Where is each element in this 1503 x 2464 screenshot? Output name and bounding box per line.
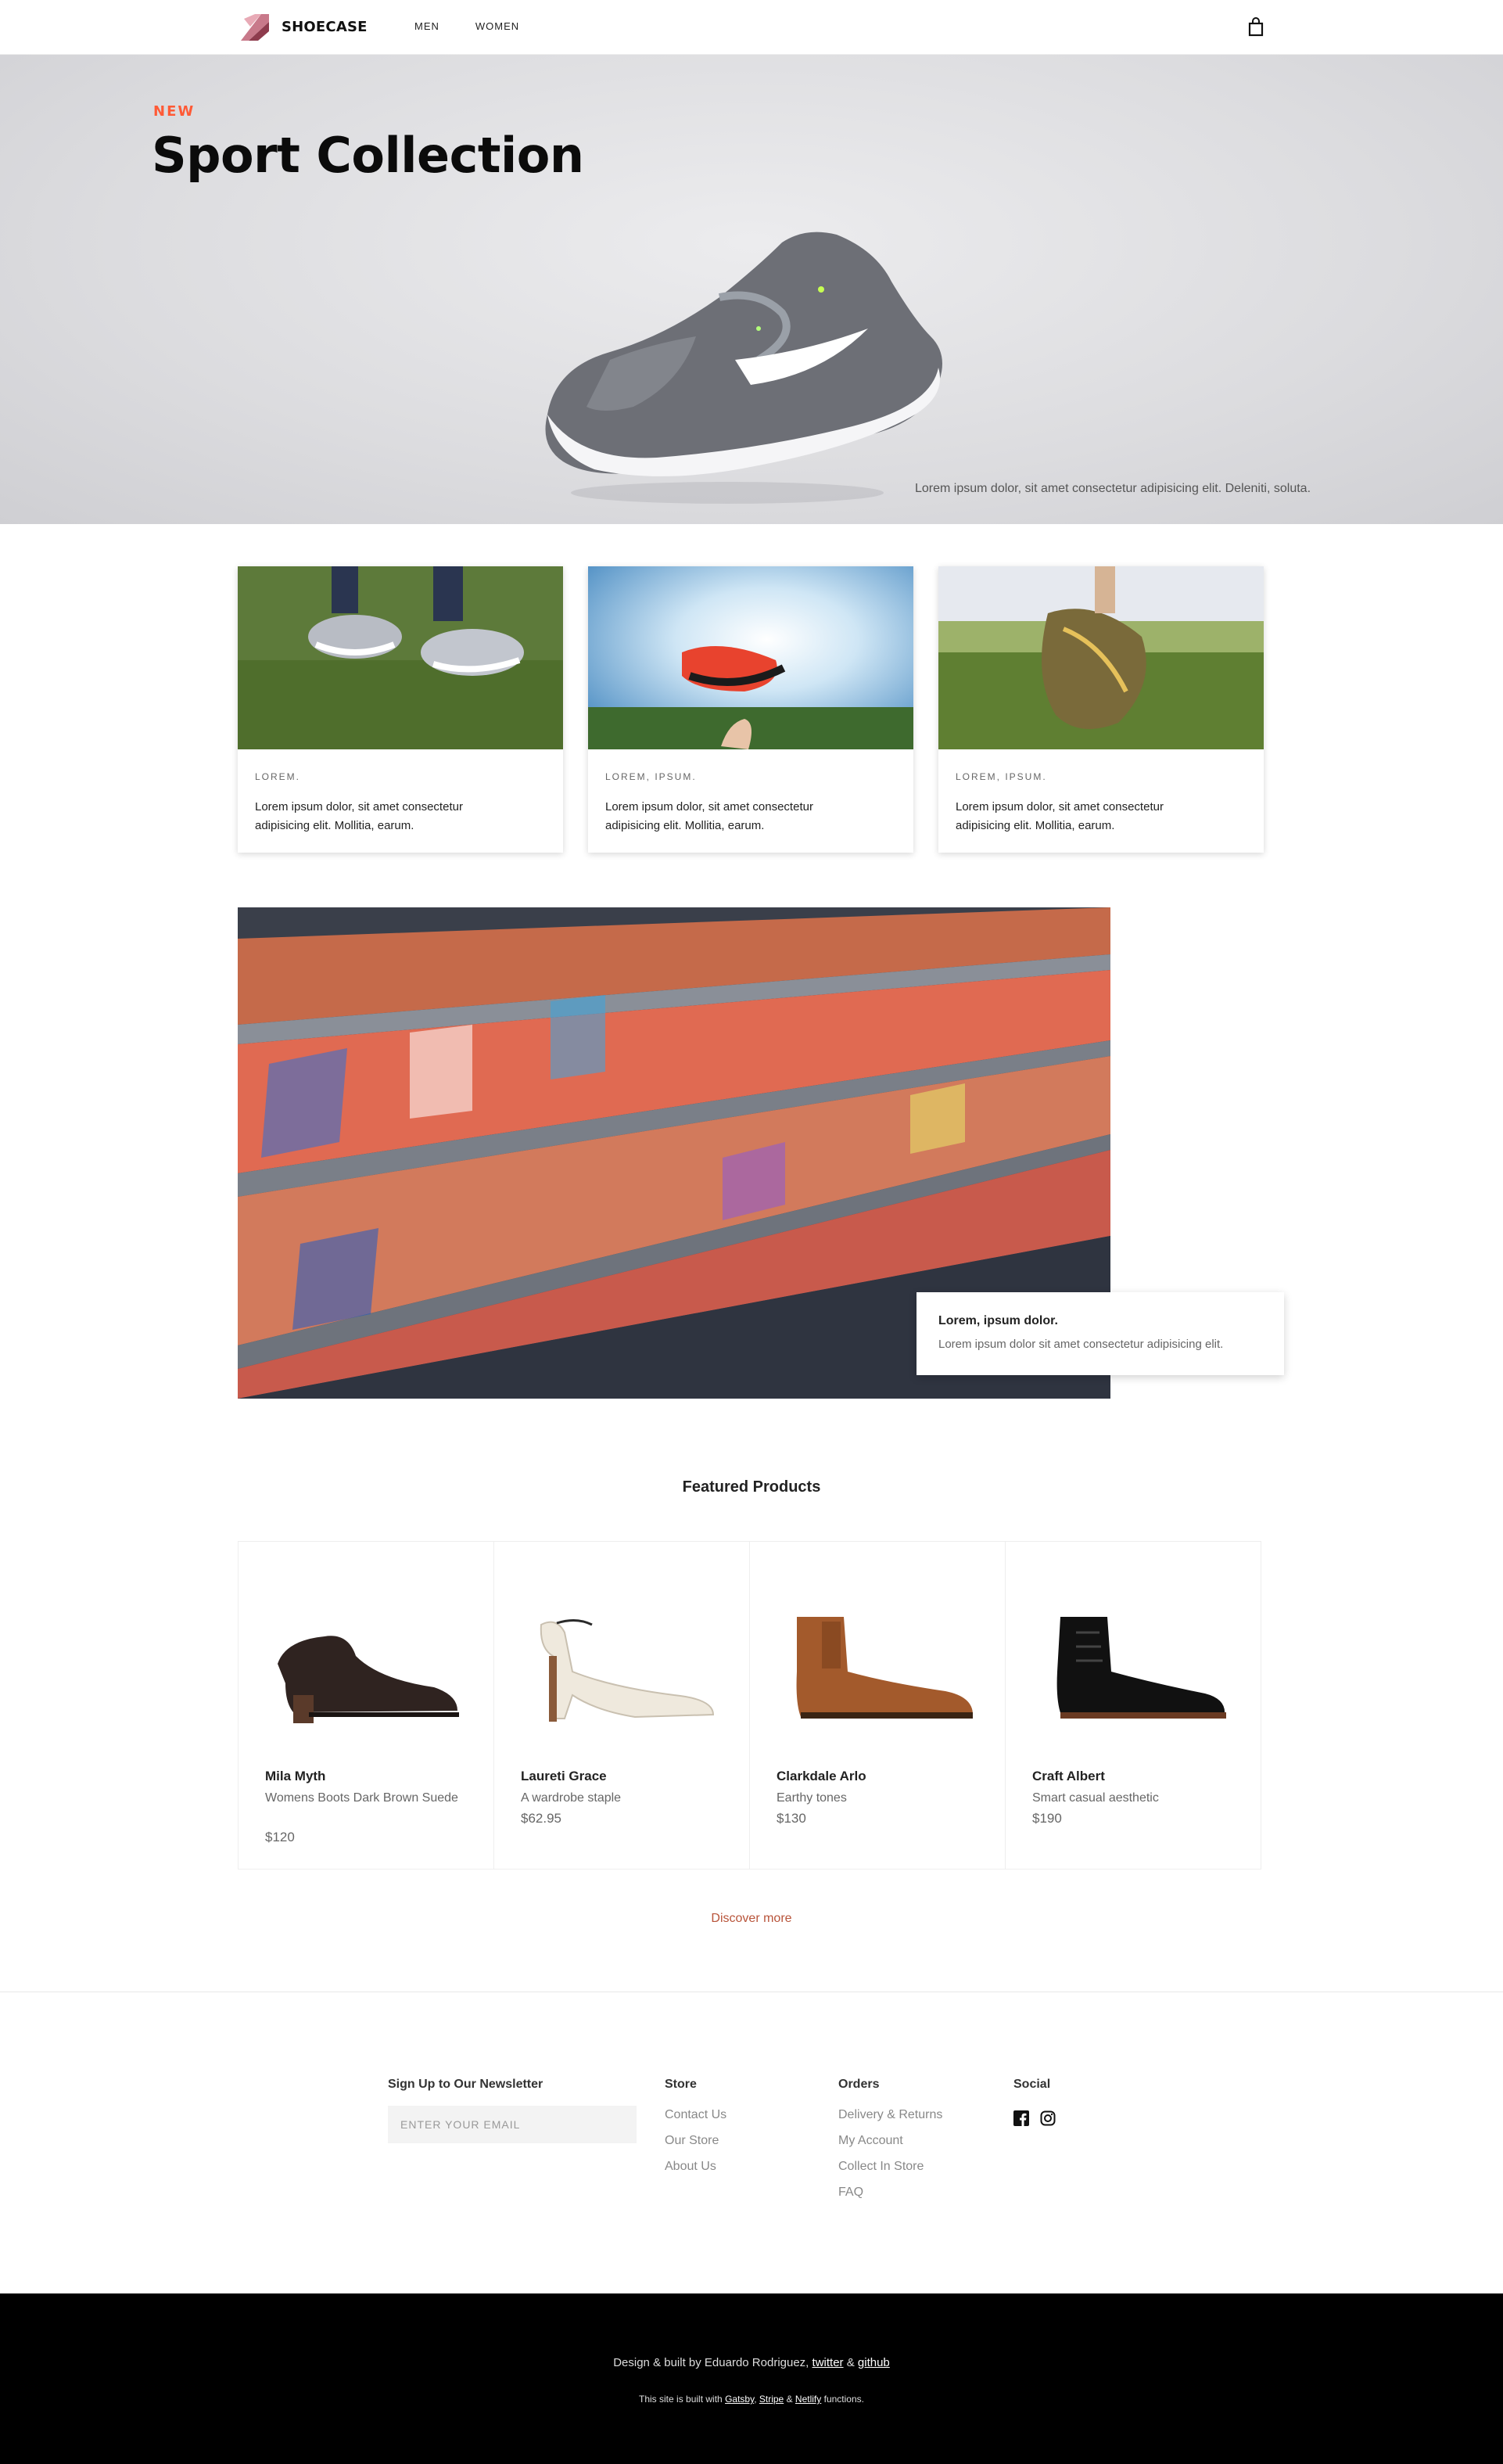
card-image (938, 566, 1264, 749)
card-tag: LOREM, IPSUM. (956, 771, 1047, 782)
built-with-line: This site is built with Gatsby, Stripe &… (639, 2394, 864, 2405)
footer-link-about[interactable]: About Us (665, 2159, 726, 2185)
footer-link-delivery[interactable]: Delivery & Returns (838, 2107, 942, 2133)
card-text: Lorem ipsum dolor, sit amet consectetur … (605, 800, 813, 832)
netlify-link[interactable]: Netlify (795, 2394, 821, 2405)
hero-eyebrow: NEW (153, 103, 195, 120)
footer-link-faq[interactable]: FAQ (838, 2185, 942, 2211)
product-price: $62.95 (521, 1811, 561, 1826)
credit-amp: & (846, 2356, 855, 2369)
feature-text: Lorem ipsum dolor sit amet consectetur a… (938, 1338, 1224, 1351)
product-card[interactable]: Craft Albert Smart casual aesthetic $190 (1005, 1541, 1261, 1870)
product-name: Mila Myth (265, 1769, 326, 1783)
credit-prefix: Design & built by Eduardo Rodriguez, (613, 2356, 809, 2369)
nav-women[interactable]: WOMEN (475, 20, 519, 32)
github-link[interactable]: github (858, 2356, 890, 2369)
article-card[interactable]: LOREM, IPSUM. Lorem ipsum dolor, sit ame… (588, 566, 913, 853)
logo-icon (241, 14, 269, 41)
credit-line: Design & built by Eduardo Rodriguez, twi… (0, 2356, 1503, 2369)
product-desc: Smart casual aesthetic (1032, 1791, 1159, 1805)
product-price: $130 (777, 1811, 806, 1826)
orders-links: Delivery & Returns My Account Collect In… (838, 2107, 942, 2211)
hero-banner: NEW Sport Collection Lorem ipsum dolor, … (0, 55, 1503, 524)
hero-description: Lorem ipsum dolor, sit amet consectetur … (915, 482, 1311, 495)
card-tag: LOREM. (255, 771, 301, 782)
social-title: Social (1013, 2078, 1051, 2091)
article-card[interactable]: LOREM, IPSUM. Lorem ipsum dolor, sit ame… (938, 566, 1264, 853)
footer-link-collect[interactable]: Collect In Store (838, 2159, 942, 2185)
feature-heading: Lorem, ipsum dolor. (938, 1314, 1058, 1327)
footer-link-account[interactable]: My Account (838, 2133, 942, 2159)
hero-sneaker-image (545, 232, 942, 504)
brand-link[interactable]: SHOECASE (238, 11, 368, 42)
orders-title: Orders (838, 2078, 880, 2091)
product-grid: Mila Myth Womens Boots Dark Brown Suede … (238, 1541, 1264, 1870)
product-card[interactable]: Mila Myth Womens Boots Dark Brown Suede … (238, 1541, 494, 1870)
newsletter-email-input[interactable] (388, 2106, 637, 2143)
product-desc: Earthy tones (777, 1791, 847, 1805)
article-card[interactable]: LOREM. Lorem ipsum dolor, sit amet conse… (238, 566, 563, 853)
product-name: Clarkdale Arlo (777, 1769, 866, 1783)
card-image (238, 566, 563, 749)
built-prefix: This site is built with (639, 2394, 723, 2405)
product-desc: A wardrobe staple (521, 1791, 622, 1805)
product-image (1056, 1617, 1226, 1719)
site-header: SHOECASE MEN WOMEN (0, 0, 1503, 55)
product-desc: Womens Boots Dark Brown Suede (265, 1791, 458, 1805)
footer-link-our-store[interactable]: Our Store (665, 2133, 726, 2159)
facebook-icon[interactable] (1013, 2110, 1029, 2126)
featured-title: Featured Products (682, 1478, 821, 1496)
hero-title: Sport Collection (152, 127, 584, 184)
footer-link-contact[interactable]: Contact Us (665, 2107, 726, 2133)
nav-men[interactable]: MEN (414, 20, 439, 32)
footer-bottom-bar: Design & built by Eduardo Rodriguez, twi… (0, 2293, 1503, 2464)
shopping-bag-icon[interactable] (1247, 17, 1265, 38)
twitter-link[interactable]: twitter (812, 2356, 844, 2369)
feature-callout: Lorem, ipsum dolor. Lorem ipsum dolor si… (917, 1292, 1284, 1375)
product-image (540, 1619, 715, 1722)
built-suffix: functions. (823, 2394, 864, 2405)
card-image (588, 566, 913, 749)
product-image (278, 1636, 459, 1723)
store-links: Contact Us Our Store About Us (665, 2107, 726, 2185)
stripe-link[interactable]: Stripe (759, 2394, 784, 2405)
card-text: Lorem ipsum dolor, sit amet consectetur … (255, 800, 463, 832)
product-name: Craft Albert (1032, 1769, 1105, 1783)
product-card[interactable]: Laureti Grace A wardrobe staple $62.95 (493, 1541, 750, 1870)
social-icons (1013, 2110, 1056, 2126)
product-card[interactable]: Clarkdale Arlo Earthy tones $130 (749, 1541, 1006, 1870)
instagram-icon[interactable] (1040, 2110, 1056, 2126)
card-text: Lorem ipsum dolor, sit amet consectetur … (956, 800, 1164, 832)
gatsby-link[interactable]: Gatsby (725, 2394, 754, 2405)
product-price: $120 (265, 1830, 295, 1844)
newsletter-title: Sign Up to Our Newsletter (388, 2078, 543, 2091)
main-nav: MEN WOMEN (414, 20, 519, 32)
brand-name: SHOECASE (282, 18, 368, 35)
card-tag: LOREM, IPSUM. (605, 771, 697, 782)
product-image (796, 1617, 973, 1719)
built-amp: & (786, 2394, 793, 2405)
store-title: Store (665, 2078, 697, 2091)
product-name: Laureti Grace (521, 1769, 607, 1783)
discover-more-link[interactable]: Discover more (0, 1912, 1503, 1926)
product-price: $190 (1032, 1811, 1062, 1826)
